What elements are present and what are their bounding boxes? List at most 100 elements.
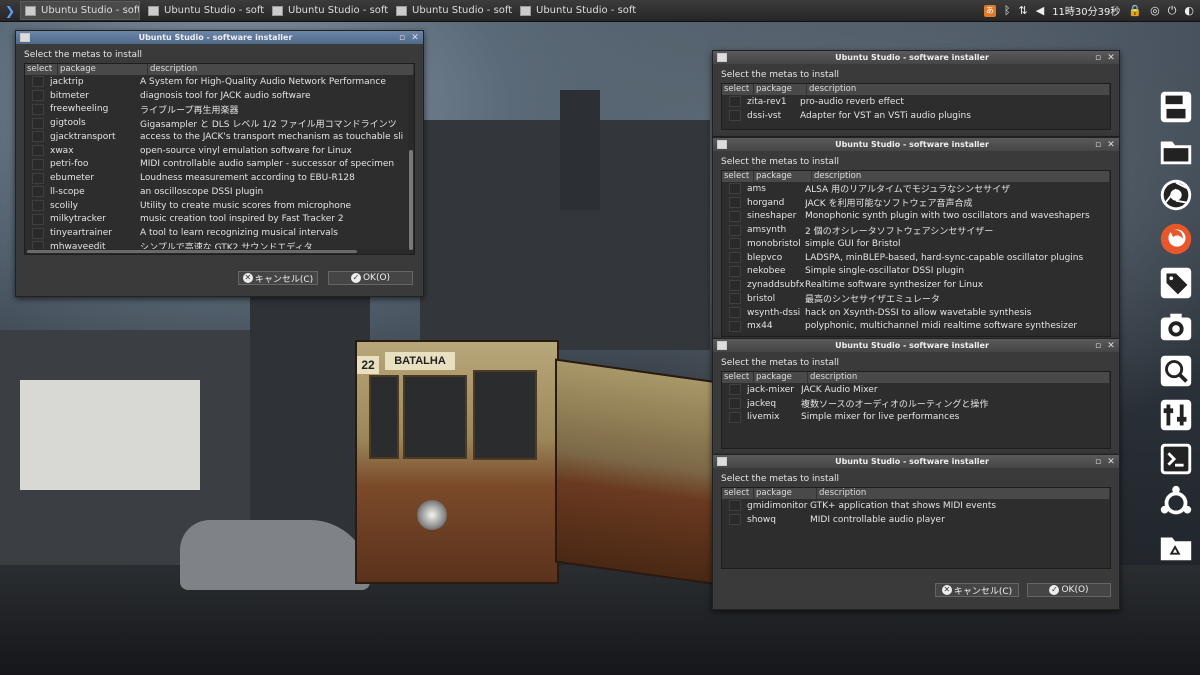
dock-firefox[interactable] bbox=[1154, 217, 1198, 261]
dock-chrome[interactable] bbox=[1154, 173, 1198, 217]
package-row[interactable]: ebumeter Loudness measurement according t… bbox=[25, 171, 414, 185]
package-row[interactable]: ll-scope an oscilloscope DSSI plugin bbox=[25, 185, 414, 199]
select-checkbox[interactable] bbox=[32, 76, 44, 88]
select-checkbox[interactable] bbox=[32, 158, 44, 170]
select-checkbox[interactable] bbox=[32, 200, 44, 212]
select-checkbox[interactable] bbox=[729, 307, 741, 319]
package-row[interactable]: sineshaper Monophonic synth plugin with t… bbox=[722, 210, 1110, 224]
application-menu-icon[interactable]: ❯ bbox=[0, 0, 20, 21]
package-row[interactable]: zynaddsubfx Realtime software synthesizer… bbox=[722, 278, 1110, 292]
column-select[interactable]: select bbox=[25, 64, 58, 75]
select-checkbox[interactable] bbox=[729, 252, 741, 264]
select-checkbox[interactable] bbox=[729, 320, 741, 332]
select-checkbox[interactable] bbox=[729, 183, 741, 195]
select-checkbox[interactable] bbox=[729, 96, 741, 108]
select-checkbox[interactable] bbox=[729, 238, 741, 250]
select-checkbox[interactable] bbox=[729, 197, 741, 209]
select-checkbox[interactable] bbox=[32, 172, 44, 184]
select-checkbox[interactable] bbox=[729, 293, 741, 305]
lock-icon[interactable]: 🔒 bbox=[1128, 4, 1142, 17]
close-icon[interactable]: ✕ bbox=[1106, 140, 1116, 150]
package-row[interactable]: tinyeartrainer A tool to learn recognizin… bbox=[25, 226, 414, 240]
taskbar-item-4[interactable]: Ubuntu Studio - softw... bbox=[392, 1, 512, 20]
select-checkbox[interactable] bbox=[729, 265, 741, 277]
close-icon[interactable]: ✕ bbox=[1106, 341, 1116, 351]
select-checkbox[interactable] bbox=[729, 500, 741, 512]
notifications-icon[interactable]: ◎ bbox=[1150, 4, 1160, 17]
package-row[interactable]: monobristol simple GUI for Bristol bbox=[722, 237, 1110, 251]
column-package[interactable]: package bbox=[58, 64, 148, 75]
select-checkbox[interactable] bbox=[729, 514, 741, 526]
dock-files[interactable] bbox=[1154, 129, 1198, 173]
select-checkbox[interactable] bbox=[32, 117, 44, 129]
package-row[interactable]: ams ALSA 用のリアルタイムでモジュラなシンセサイザ bbox=[722, 182, 1110, 196]
title-bar[interactable]: Ubuntu Studio - software installer ▫ ✕ bbox=[16, 31, 423, 44]
volume-icon[interactable]: ◀ bbox=[1036, 4, 1044, 17]
window-menu-icon[interactable] bbox=[717, 341, 727, 350]
maximize-icon[interactable]: ▫ bbox=[397, 33, 407, 43]
select-checkbox[interactable] bbox=[32, 213, 44, 225]
package-row[interactable]: bristol 最高のシンセサイザエミュレータ bbox=[722, 292, 1110, 306]
dock-search[interactable] bbox=[1154, 349, 1198, 393]
package-row[interactable]: mx44 polyphonic, multichannel midi realti… bbox=[722, 320, 1110, 334]
dock-save[interactable] bbox=[1154, 85, 1198, 129]
dock-ubuntu[interactable] bbox=[1154, 481, 1198, 525]
select-checkbox[interactable] bbox=[32, 186, 44, 198]
clock[interactable]: 11時30分39秒 bbox=[1052, 3, 1120, 18]
title-bar[interactable]: Ubuntu Studio - software installer ▫ ✕ bbox=[713, 455, 1119, 468]
package-row[interactable]: jackeq 複数ソースのオーディオのルーティングと操作 bbox=[722, 397, 1110, 411]
select-checkbox[interactable] bbox=[32, 90, 44, 102]
taskbar-item-1[interactable]: Ubuntu Studio - softw... bbox=[20, 1, 140, 20]
window-menu-icon[interactable] bbox=[20, 33, 30, 42]
cancel-button[interactable]: ✕ キャンセル(C) bbox=[238, 271, 318, 285]
input-method-icon[interactable]: あ bbox=[983, 4, 996, 17]
title-bar[interactable]: Ubuntu Studio - software installer ▫ ✕ bbox=[713, 339, 1119, 352]
package-row[interactable]: jacktrip A System for High-Quality Audio … bbox=[25, 75, 414, 89]
window-menu-icon[interactable] bbox=[717, 457, 727, 466]
title-bar[interactable]: Ubuntu Studio - software installer ▫ ✕ bbox=[713, 51, 1119, 64]
close-icon[interactable]: ✕ bbox=[410, 33, 420, 43]
package-row[interactable]: nekobee Simple single-oscillator DSSI plu… bbox=[722, 265, 1110, 279]
window-menu-icon[interactable] bbox=[717, 140, 727, 149]
maximize-icon[interactable]: ▫ bbox=[1093, 140, 1103, 150]
close-icon[interactable]: ✕ bbox=[1106, 53, 1116, 63]
dock-recycle[interactable] bbox=[1154, 525, 1198, 569]
package-row[interactable]: zita-rev1 pro-audio reverb effect bbox=[722, 95, 1110, 109]
dock-settings[interactable] bbox=[1154, 393, 1198, 437]
ok-button[interactable]: ✓ OK(O) bbox=[1027, 583, 1111, 597]
dock-terminal[interactable] bbox=[1154, 437, 1198, 481]
package-row[interactable]: freewheeling ライブループ再生用楽器 bbox=[25, 103, 414, 117]
select-checkbox[interactable] bbox=[32, 131, 44, 143]
dock-camera[interactable] bbox=[1154, 305, 1198, 349]
dock-tag[interactable] bbox=[1154, 261, 1198, 305]
package-row[interactable]: blepvco LADSPA, minBLEP-based, hard-sync-… bbox=[722, 251, 1110, 265]
column-description[interactable]: description bbox=[807, 84, 1110, 95]
package-row[interactable]: wsynth-dssi hack on Xsynth-DSSI to allow … bbox=[722, 306, 1110, 320]
package-row[interactable]: scolily Utility to create music scores fr… bbox=[25, 199, 414, 213]
column-select[interactable]: select bbox=[722, 372, 754, 383]
network-icon[interactable]: ⇅ bbox=[1019, 4, 1028, 17]
column-select[interactable]: select bbox=[722, 171, 754, 182]
column-package[interactable]: package bbox=[754, 84, 807, 95]
taskbar-item-5[interactable]: Ubuntu Studio - softw... bbox=[516, 1, 636, 20]
package-row[interactable]: livemix Simple mixer for live performance… bbox=[722, 411, 1110, 425]
select-checkbox[interactable] bbox=[32, 227, 44, 239]
select-checkbox[interactable] bbox=[729, 224, 741, 236]
maximize-icon[interactable]: ▫ bbox=[1093, 457, 1103, 467]
package-row[interactable]: jack-mixer JACK Audio Mixer bbox=[722, 383, 1110, 397]
column-select[interactable]: select bbox=[722, 488, 754, 499]
package-row[interactable]: petri-foo MIDI controllable audio sampler… bbox=[25, 158, 414, 172]
select-checkbox[interactable] bbox=[32, 145, 44, 157]
column-package[interactable]: package bbox=[754, 171, 812, 182]
column-package[interactable]: package bbox=[754, 372, 808, 383]
package-row[interactable]: bitmeter diagnosis tool for JACK audio so… bbox=[25, 89, 414, 103]
select-checkbox[interactable] bbox=[729, 110, 741, 122]
column-package[interactable]: package bbox=[754, 488, 817, 499]
package-row[interactable]: gigtools Gigasampler と DLS レベル 1/2 ファイル用コ… bbox=[25, 116, 414, 130]
package-row[interactable]: horgand JACK を利用可能なソフトウェア音声合成 bbox=[722, 196, 1110, 210]
title-bar[interactable]: Ubuntu Studio - software installer ▫ ✕ bbox=[713, 138, 1119, 151]
maximize-icon[interactable]: ▫ bbox=[1093, 53, 1103, 63]
package-row[interactable]: milkytracker music creation tool inspired… bbox=[25, 213, 414, 227]
select-checkbox[interactable] bbox=[729, 210, 741, 222]
vertical-scrollbar[interactable] bbox=[408, 75, 414, 254]
